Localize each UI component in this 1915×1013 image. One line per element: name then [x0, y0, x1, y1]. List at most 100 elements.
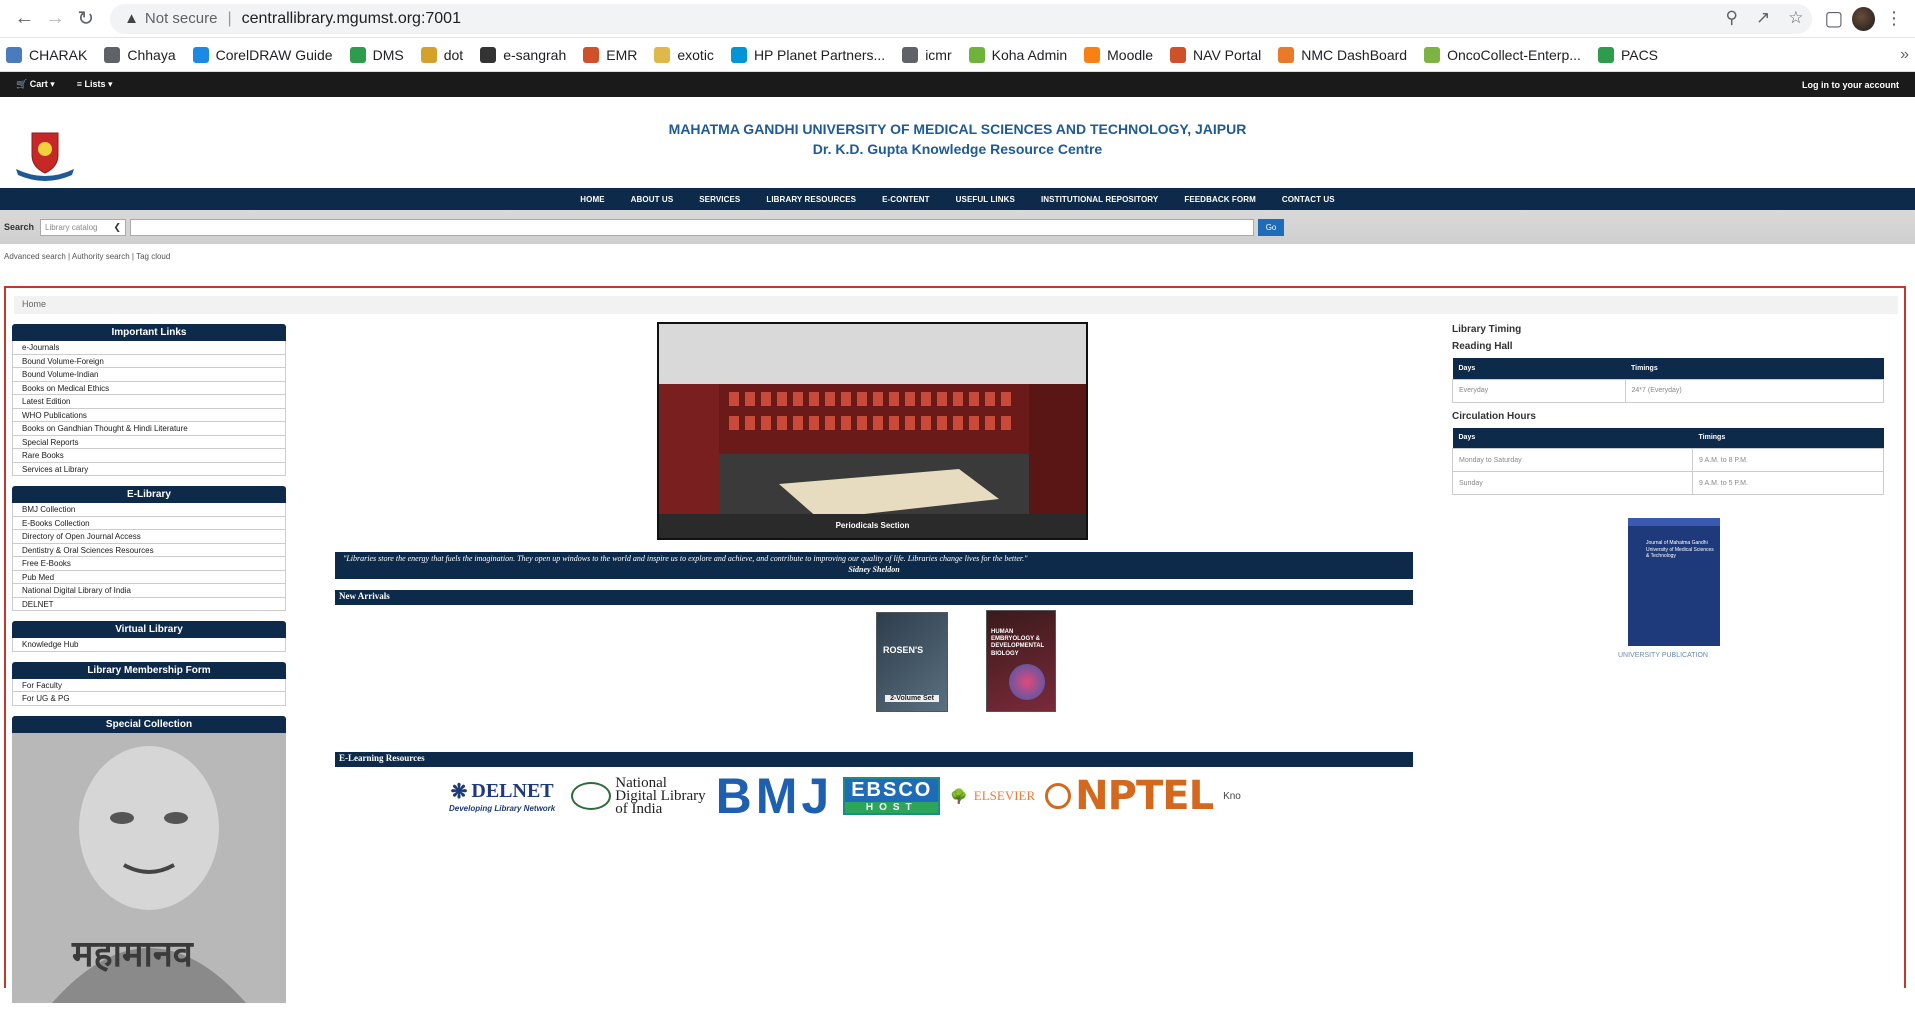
sidebar-link[interactable]: Bound Volume-Foreign: [12, 354, 286, 368]
login-link[interactable]: Log in to your account: [1802, 80, 1899, 90]
ndl-logo[interactable]: National Digital Library of India: [571, 775, 706, 816]
nav-item[interactable]: INSTITUTIONAL REPOSITORY: [1028, 195, 1171, 204]
circulation-table: Days Timings Monday to Saturday 9 A.M. t…: [1452, 427, 1884, 495]
important-links-heading: Important Links: [12, 324, 286, 341]
special-collection-image[interactable]: महामानव: [12, 732, 286, 1003]
search-input[interactable]: [130, 218, 1255, 236]
elsevier-logo[interactable]: 🌳 ELSEVIER: [950, 788, 1035, 805]
forward-icon[interactable]: →: [43, 6, 68, 32]
bookmark-item[interactable]: Koha Admin: [968, 46, 1067, 63]
sidepanel-icon[interactable]: ▢: [1822, 6, 1847, 32]
search-scope-select[interactable]: Library catalog ❮: [40, 218, 127, 236]
sidebar-link[interactable]: Dentistry & Oral Sciences Resources: [12, 543, 286, 557]
star-icon[interactable]: ☆: [1788, 8, 1803, 28]
bookmark-item[interactable]: NMC DashBoard: [1278, 46, 1407, 63]
sidebar-link[interactable]: Latest Edition: [12, 395, 286, 409]
bookmark-favicon-icon: [420, 46, 437, 63]
reload-icon[interactable]: ↻: [73, 6, 98, 32]
sidebar-link[interactable]: Rare Books: [12, 449, 286, 463]
delnet-logo[interactable]: ❋ DELNET Developing Library Network: [449, 779, 555, 813]
bookmark-favicon-icon: [730, 46, 747, 63]
virtual-library-box: Virtual Library Knowledge Hub: [12, 621, 286, 652]
sidebar-link[interactable]: BMJ Collection: [12, 503, 286, 517]
profile-avatar[interactable]: [1852, 6, 1875, 31]
important-links-box: Important Links e-Journals Bound Volume-F…: [12, 324, 286, 476]
university-publication-caption[interactable]: UNIVERSITY PUBLICATION: [1618, 652, 1708, 659]
table-row: Monday to Saturday 9 A.M. to 8 P.M.: [1452, 448, 1884, 472]
sidebar-link[interactable]: WHO Publications: [12, 408, 286, 422]
sidebar-link[interactable]: For UG & PG: [12, 692, 286, 706]
sidebar-link[interactable]: Books on Gandhian Thought & Hindi Litera…: [12, 422, 286, 436]
go-button[interactable]: Go: [1258, 218, 1285, 236]
menu-icon[interactable]: ⋮: [1885, 8, 1903, 29]
bookmark-item[interactable]: HP Planet Partners...: [730, 46, 885, 63]
quote-author: Sidney Sheldon: [848, 565, 900, 574]
bookmark-item[interactable]: dot: [420, 46, 463, 63]
bookmark-favicon-icon: [654, 46, 671, 63]
bookmark-item[interactable]: Moodle: [1084, 46, 1153, 63]
ebsco-logo[interactable]: EBSCO HOST: [843, 777, 941, 815]
advanced-search-links[interactable]: Advanced search | Authority search | Tag…: [0, 244, 1915, 266]
kno-logo[interactable]: Kno: [1223, 791, 1243, 802]
tree-icon: 🌳: [950, 787, 968, 804]
bookmark-item[interactable]: EMR: [583, 46, 637, 63]
nav-item[interactable]: LIBRARY RESOURCES: [753, 195, 869, 204]
lists-menu[interactable]: ≡ Lists ▾: [77, 79, 113, 90]
sidebar-link[interactable]: National Digital Library of India: [12, 584, 286, 598]
sidebar-link[interactable]: Knowledge Hub: [12, 638, 286, 652]
nav-item[interactable]: SERVICES: [686, 195, 753, 204]
bmj-logo[interactable]: BMJ: [716, 767, 834, 825]
nav-item[interactable]: HOME: [567, 195, 617, 204]
book-cover-1[interactable]: ROSEN'S 2-Volume Set: [876, 612, 948, 712]
bookmark-favicon-icon: [902, 46, 919, 63]
sidebar-link[interactable]: For Faculty: [12, 678, 286, 692]
university-publication-cover[interactable]: Journal of Mahatma Gandhi University of …: [1628, 518, 1720, 646]
right-sidebar: Library Timing Reading Hall Days Timings…: [1452, 324, 1892, 659]
nav-item[interactable]: FEEDBACK FORM: [1171, 195, 1269, 204]
nav-item[interactable]: ABOUT US: [618, 195, 687, 204]
bookmark-item[interactable]: OncoCollect-Enterp...: [1424, 46, 1581, 63]
site-header: MAHATMA GANDHI UNIVERSITY OF MEDICAL SCI…: [0, 97, 1915, 188]
zoom-icon[interactable]: ⚲: [1726, 8, 1738, 28]
sidebar-link[interactable]: Directory of Open Journal Access: [12, 530, 286, 544]
bookmark-item[interactable]: DMS: [349, 46, 404, 63]
reading-hall-table: Days Timings Everyday 24*7 (Everyday): [1452, 358, 1885, 403]
url-text[interactable]: centrallibrary.mgumst.org:7001: [242, 10, 461, 28]
nav-item[interactable]: E-CONTENT: [869, 195, 943, 204]
address-bar[interactable]: ▲ Not secure | centrallibrary.mgumst.org…: [110, 3, 1812, 34]
bookmark-favicon-icon: [480, 46, 497, 63]
sidebar-link[interactable]: Books on Medical Ethics: [12, 381, 286, 395]
special-collection-heading: Special Collection: [12, 715, 286, 733]
breadcrumb[interactable]: Home: [14, 296, 1898, 314]
sidebar-link[interactable]: Pub Med: [12, 570, 286, 584]
sidebar-link[interactable]: e-Journals: [12, 341, 286, 355]
bookmark-item[interactable]: exotic: [654, 46, 714, 63]
nav-item[interactable]: USEFUL LINKS: [943, 195, 1028, 204]
sidebar-link[interactable]: E-Books Collection: [12, 516, 286, 530]
opac-topbar: 🛒 Cart ▾ ≡ Lists ▾ Log in to your accoun…: [0, 72, 1915, 97]
bookmark-item[interactable]: Chhaya: [104, 46, 176, 63]
bookmark-favicon-icon: [1084, 46, 1101, 63]
sidebar-link[interactable]: Special Reports: [12, 435, 286, 449]
bookmark-item[interactable]: PACS: [1597, 46, 1658, 63]
sidebar-link[interactable]: Free E-Books: [12, 557, 286, 571]
bookmark-favicon-icon: [968, 46, 985, 63]
bookmark-item[interactable]: icmr: [902, 46, 952, 63]
nptel-logo[interactable]: NPTEL: [1045, 773, 1214, 819]
sidebar-link[interactable]: DELNET: [12, 597, 286, 611]
bookmark-favicon-icon: [192, 46, 209, 63]
table-row: Sunday 9 A.M. to 5 P.M.: [1452, 471, 1884, 495]
back-icon[interactable]: ←: [12, 6, 37, 32]
bookmark-item[interactable]: NAV Portal: [1170, 46, 1261, 63]
cart-menu[interactable]: 🛒 Cart ▾: [16, 79, 55, 90]
bookmark-item[interactable]: e-sangrah: [480, 46, 566, 63]
sidebar-link[interactable]: Services at Library: [12, 462, 286, 476]
share-icon[interactable]: ↗: [1756, 8, 1770, 28]
book-cover-2[interactable]: HUMAN EMBRYOLOGY & DEVELOPMENTAL BIOLOGY: [986, 610, 1056, 712]
sidebar-link[interactable]: Bound Volume-Indian: [12, 368, 286, 382]
bookmark-item[interactable]: CorelDRAW Guide: [192, 46, 333, 63]
bookmark-item[interactable]: CHARAK: [6, 46, 87, 63]
university-title: MAHATMA GANDHI UNIVERSITY OF MEDICAL SCI…: [668, 121, 1247, 137]
bookmarks-overflow-icon[interactable]: »: [1900, 46, 1909, 64]
nav-item[interactable]: CONTACT US: [1269, 195, 1348, 204]
